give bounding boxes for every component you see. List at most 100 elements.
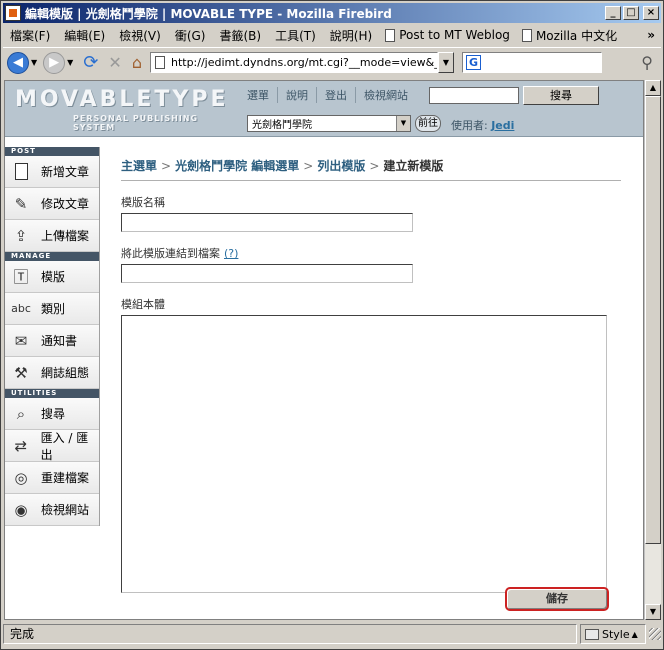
categories-icon: abc: [11, 302, 31, 315]
style-switcher[interactable]: Style ▲: [580, 624, 646, 644]
scroll-thumb[interactable]: [645, 96, 661, 544]
nav-view-site[interactable]: 檢視網站: [356, 87, 416, 103]
link-file-input[interactable]: [121, 264, 413, 283]
breadcrumb-main-menu[interactable]: 主選單: [121, 159, 157, 173]
link-file-label: 將此模版連結到檔案 (?): [121, 245, 621, 261]
sidebar-item-rebuild[interactable]: ◎ 重建檔案: [5, 462, 99, 494]
chevron-down-icon[interactable]: ▼: [31, 58, 37, 67]
chevron-down-icon: ▼: [396, 116, 410, 131]
mt-search-button[interactable]: 搜尋: [523, 86, 599, 105]
breadcrumb-separator: >: [369, 159, 380, 173]
url-dropdown-icon[interactable]: ▼: [437, 52, 454, 73]
sidebar-item-categories[interactable]: abc 類別: [5, 293, 99, 325]
breadcrumb-current: 建立新模版: [383, 159, 444, 173]
sidebar-item-label: 搜尋: [41, 407, 66, 421]
sidebar-item-new-entry[interactable]: 新增文章: [5, 156, 99, 188]
sidebar-item-blog-config[interactable]: ⚒ 網誌組態: [5, 357, 99, 389]
sidebar-item-label: 網誌組態: [41, 366, 90, 380]
sidebar-item-label: 匯入 / 匯出: [40, 430, 89, 462]
google-icon[interactable]: G: [465, 55, 481, 70]
menu-file[interactable]: 檔案(F): [3, 27, 57, 44]
sidebar-item-label: 新增文章: [41, 165, 90, 179]
magnifier-icon: ⌕: [16, 404, 26, 423]
breadcrumb: 主選單 > 光劍格鬥學院 編輯選單 > 列出模版 > 建立新模版: [121, 147, 621, 181]
breadcrumb-list-templates[interactable]: 列出模版: [317, 159, 365, 173]
sidebar-item-import-export[interactable]: ⇄ 匯入 / 匯出: [5, 430, 99, 462]
bookmark-label: Post to MT Weblog: [399, 28, 510, 42]
go-button[interactable]: 前往: [415, 115, 441, 132]
reload-icon[interactable]: ⟳: [83, 52, 98, 73]
chevron-down-icon[interactable]: ▼: [67, 58, 73, 67]
sidebar-item-search[interactable]: ⌕ 搜尋: [5, 398, 99, 430]
menu-help[interactable]: 說明(H): [323, 27, 379, 44]
resize-grip[interactable]: [649, 628, 661, 640]
sidebar-item-edit-entries[interactable]: ✎ 修改文章: [5, 188, 99, 220]
template-icon: 🅃: [13, 268, 29, 286]
scroll-down-icon[interactable]: ▼: [645, 604, 661, 620]
link-file-label-text: 將此模版連結到檔案: [121, 247, 220, 260]
page-icon: [154, 56, 165, 69]
help-link[interactable]: (?): [224, 247, 238, 260]
menu-bookmarks[interactable]: 書籤(B): [212, 27, 268, 44]
mt-nav: 選單 說明 登出 檢視網站: [239, 85, 416, 105]
style-label: Style: [602, 627, 630, 641]
window-title: 編輯模版 | 光劍格鬥學院 | MOVABLE TYPE - Mozilla F…: [25, 6, 392, 21]
status-bar: 完成 Style ▲: [3, 622, 661, 646]
breadcrumb-blog-menu[interactable]: 光劍格鬥學院 編輯選單: [175, 159, 299, 173]
home-icon[interactable]: ⌂: [132, 53, 142, 72]
logo-sub-text: PERSONAL PUBLISHING SYSTEM: [73, 114, 199, 132]
save-button[interactable]: 儲存: [505, 587, 609, 611]
sidebar-item-templates[interactable]: 🅃 模版: [5, 261, 99, 293]
scroll-up-icon[interactable]: ▲: [645, 80, 661, 96]
sidebar-item-label: 通知書: [41, 334, 78, 348]
upload-icon: ⇪: [14, 226, 28, 245]
forward-arrow-icon[interactable]: ▶: [43, 51, 66, 74]
sidebar-item-upload[interactable]: ⇪ 上傳檔案: [5, 220, 99, 252]
nav-logout[interactable]: 登出: [317, 87, 356, 103]
navigation-toolbar: ◀ ▼ ▶ ▼ ⟳ ✕ ⌂ http://jedimt.dyndns.org/m…: [3, 47, 661, 77]
search-icon[interactable]: ⚲: [641, 53, 653, 72]
title-bar: 編輯模版 | 光劍格鬥學院 | MOVABLE TYPE - Mozilla F…: [3, 3, 661, 23]
mt-search-input[interactable]: [429, 87, 519, 104]
sidebar-item-label: 修改文章: [41, 197, 90, 211]
sidebar-item-label: 檢視網站: [41, 503, 90, 517]
vertical-scrollbar[interactable]: ▲ ▼: [644, 80, 661, 620]
firebird-icon: [5, 5, 21, 21]
url-input[interactable]: http://jedimt.dyndns.org/mt.cgi?__mode=v…: [149, 52, 438, 73]
section-utilities-header: UTILITIES: [5, 389, 99, 398]
section-manage-header: MANAGE: [5, 252, 99, 261]
sidebar-item-label: 模版: [41, 270, 66, 284]
back-arrow-icon[interactable]: ◀: [7, 51, 29, 74]
status-text: 完成: [3, 624, 577, 644]
template-body-label: 模組本體: [121, 298, 165, 311]
import-export-icon: ⇄: [14, 436, 28, 455]
close-button[interactable]: ×: [643, 6, 659, 20]
envelope-icon: ✉: [14, 331, 28, 350]
user-name-link[interactable]: Jedi: [491, 119, 514, 132]
eye-icon: ◉: [14, 500, 28, 519]
bookmark-post-to-mt[interactable]: Post to MT Weblog: [379, 28, 516, 42]
breadcrumb-separator: >: [303, 159, 314, 173]
menu-edit[interactable]: 編輯(E): [57, 27, 112, 44]
blog-select[interactable]: 光劍格鬥學院 ▼: [247, 115, 411, 132]
nav-menu[interactable]: 選單: [239, 87, 278, 103]
printer-icon: [585, 628, 599, 640]
nav-help[interactable]: 說明: [278, 87, 317, 103]
movabletype-logo[interactable]: MOVABLETYPE PERSONAL PUBLISHING SYSTEM: [15, 87, 235, 132]
template-body-textarea[interactable]: [121, 315, 607, 593]
menu-tools[interactable]: 工具(T): [268, 27, 323, 44]
maximize-button[interactable]: □: [623, 6, 639, 20]
sidebar-item-view-site[interactable]: ◉ 檢視網站: [5, 494, 99, 526]
stop-icon[interactable]: ✕: [108, 53, 121, 72]
sidebar-item-label: 重建檔案: [41, 471, 90, 485]
template-name-input[interactable]: [121, 213, 413, 232]
menu-view[interactable]: 檢視(V): [112, 27, 168, 44]
sidebar-item-notifications[interactable]: ✉ 通知書: [5, 325, 99, 357]
user-info: 使用者: Jedi: [451, 117, 514, 133]
rebuild-icon: ◎: [14, 468, 28, 487]
menu-go[interactable]: 衝(G): [168, 27, 213, 44]
chevron-right-icon[interactable]: »: [647, 28, 655, 42]
minimize-button[interactable]: _: [605, 6, 621, 20]
web-search-input[interactable]: G: [461, 52, 602, 73]
bookmark-mozilla-zh[interactable]: Mozilla 中文化: [516, 27, 623, 44]
